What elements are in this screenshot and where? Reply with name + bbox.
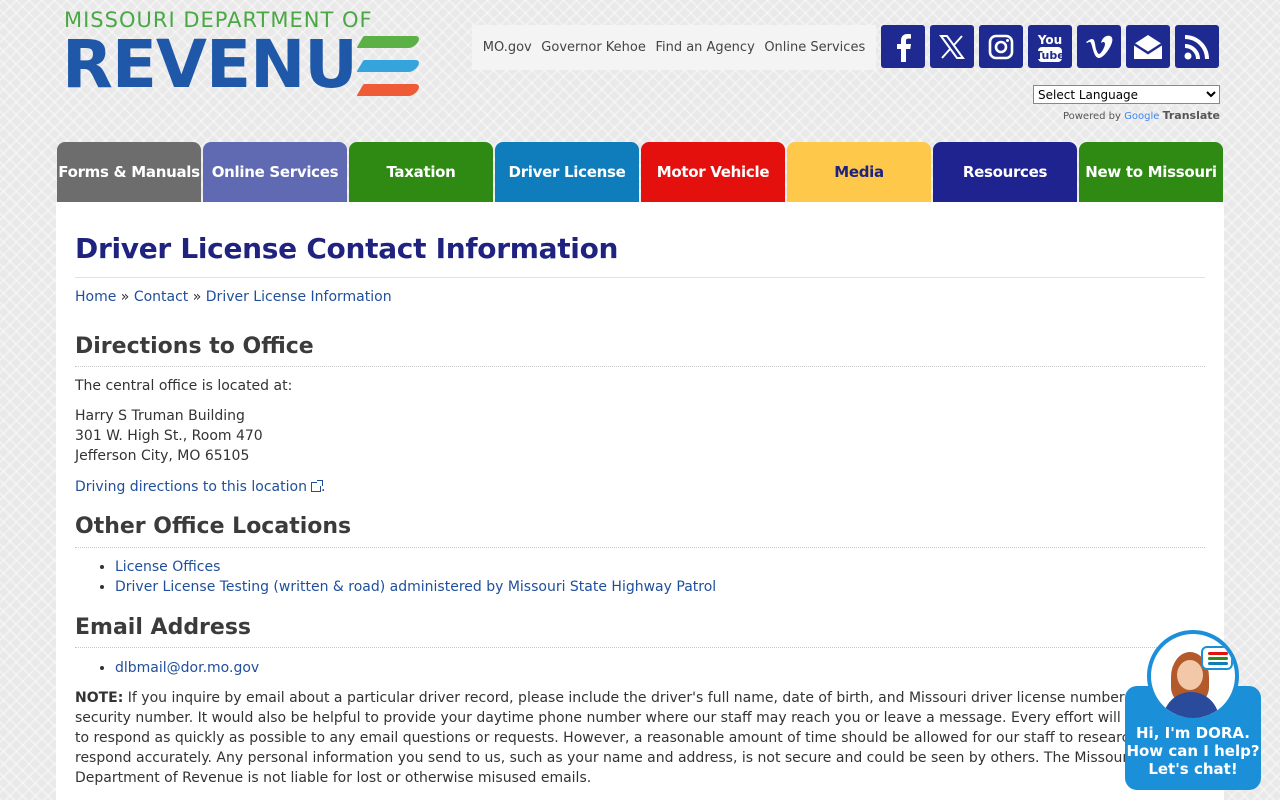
heading-directions: Directions to Office (75, 334, 314, 359)
vimeo-icon[interactable] (1077, 25, 1121, 68)
dora-chat-button[interactable]: Hi, I'm DORA. How can I help? Let's chat… (1125, 630, 1261, 790)
heading-divider (75, 547, 1205, 548)
email-list: dlbmail@dor.mo.gov (115, 658, 259, 678)
translate-link[interactable]: Translate (1163, 109, 1220, 122)
nav-online-services[interactable]: Online Services (203, 142, 347, 202)
driving-directions-text: Driving directions to this location (75, 479, 307, 495)
other-locations-list: License Offices Driver License Testing (… (115, 557, 716, 597)
heading-email: Email Address (75, 615, 252, 640)
office-address: Harry S Truman Building 301 W. High St.,… (75, 406, 263, 466)
powered-by-text: Powered by (1062, 111, 1121, 122)
chat-line-1: Hi, I'm DORA. (1136, 724, 1250, 742)
top-link-online-services[interactable]: Online Services (764, 40, 865, 55)
email-note: NOTE: If you inquire by email about a pa… (75, 688, 1205, 788)
list-item: Driver License Testing (written & road) … (115, 577, 716, 597)
social-icons: You Tube (881, 25, 1219, 68)
list-item: License Offices (115, 557, 716, 577)
svg-text:Tube: Tube (1036, 49, 1064, 62)
nav-new-to-missouri[interactable]: New to Missouri (1079, 142, 1223, 202)
instagram-icon[interactable] (979, 25, 1023, 68)
main-content: Driver License Contact Information Home … (56, 202, 1224, 800)
logo-main-text: REVENU (62, 26, 358, 103)
google-logo: Google (1124, 111, 1160, 122)
facebook-icon[interactable] (881, 25, 925, 68)
rss-icon[interactable] (1175, 25, 1219, 68)
driver-testing-link[interactable]: Driver License Testing (written & road) … (115, 579, 716, 595)
title-divider (75, 277, 1205, 278)
nav-driver-license[interactable]: Driver License (495, 142, 639, 202)
logo-stripes-e (356, 36, 422, 98)
note-text: If you inquire by email about a particul… (75, 690, 1188, 786)
top-links-bar: MO.gov Governor Kehoe Find an Agency Onl… (472, 25, 876, 70)
heading-other-locations: Other Office Locations (75, 514, 352, 539)
license-offices-link[interactable]: License Offices (115, 559, 220, 575)
nav-motor-vehicle[interactable]: Motor Vehicle (641, 142, 785, 202)
nav-taxation[interactable]: Taxation (349, 142, 493, 202)
driving-directions-link[interactable]: Driving directions to this location (75, 479, 323, 495)
email-icon[interactable] (1126, 25, 1170, 68)
language-select[interactable]: Select Language (1033, 85, 1220, 104)
heading-divider (75, 647, 1205, 648)
breadcrumb-driver-license-info[interactable]: Driver License Information (206, 289, 392, 305)
top-link-governor[interactable]: Governor Kehoe (541, 40, 646, 55)
breadcrumb-contact[interactable]: Contact (134, 289, 188, 305)
page-title: Driver License Contact Information (75, 232, 619, 265)
chat-line-2: How can I help? (1126, 742, 1260, 760)
chat-line-3: Let's chat! (1148, 760, 1238, 778)
breadcrumb-home[interactable]: Home (75, 289, 116, 305)
breadcrumb-sep: » (120, 289, 130, 305)
address-line-3: Jefferson City, MO 65105 (75, 448, 250, 464)
directions-intro: The central office is located at: (75, 378, 293, 394)
external-link-icon (310, 480, 323, 492)
nav-forms-manuals[interactable]: Forms & Manuals (57, 142, 201, 202)
speech-bubble-icon (1201, 646, 1233, 670)
nav-resources[interactable]: Resources (933, 142, 1077, 202)
dor-logo[interactable]: MISSOURI DEPARTMENT OF REVENU (62, 8, 422, 103)
breadcrumb-sep: » (192, 289, 202, 305)
heading-divider (75, 366, 1205, 367)
nav-media[interactable]: Media (787, 142, 931, 202)
youtube-icon[interactable]: You Tube (1028, 25, 1072, 68)
powered-by-google: Powered by Google Translate (1063, 109, 1220, 122)
email-link[interactable]: dlbmail@dor.mo.gov (115, 660, 259, 676)
note-label: NOTE: (75, 690, 124, 706)
top-link-find-agency[interactable]: Find an Agency (655, 40, 754, 55)
x-icon[interactable] (930, 25, 974, 68)
chat-text: Hi, I'm DORA. How can I help? Let's chat… (1125, 724, 1261, 778)
list-item: dlbmail@dor.mo.gov (115, 658, 259, 678)
top-link-mogov[interactable]: MO.gov (483, 40, 532, 55)
address-line-1: Harry S Truman Building (75, 408, 245, 424)
dora-avatar (1147, 630, 1239, 722)
address-line-2: 301 W. High St., Room 470 (75, 428, 263, 444)
breadcrumb: Home » Contact » Driver License Informat… (75, 289, 392, 305)
svg-text:You: You (1037, 33, 1062, 47)
main-nav: Forms & Manuals Online Services Taxation… (57, 142, 1223, 202)
directions-paragraph: Driving directions to this location. (75, 477, 325, 497)
